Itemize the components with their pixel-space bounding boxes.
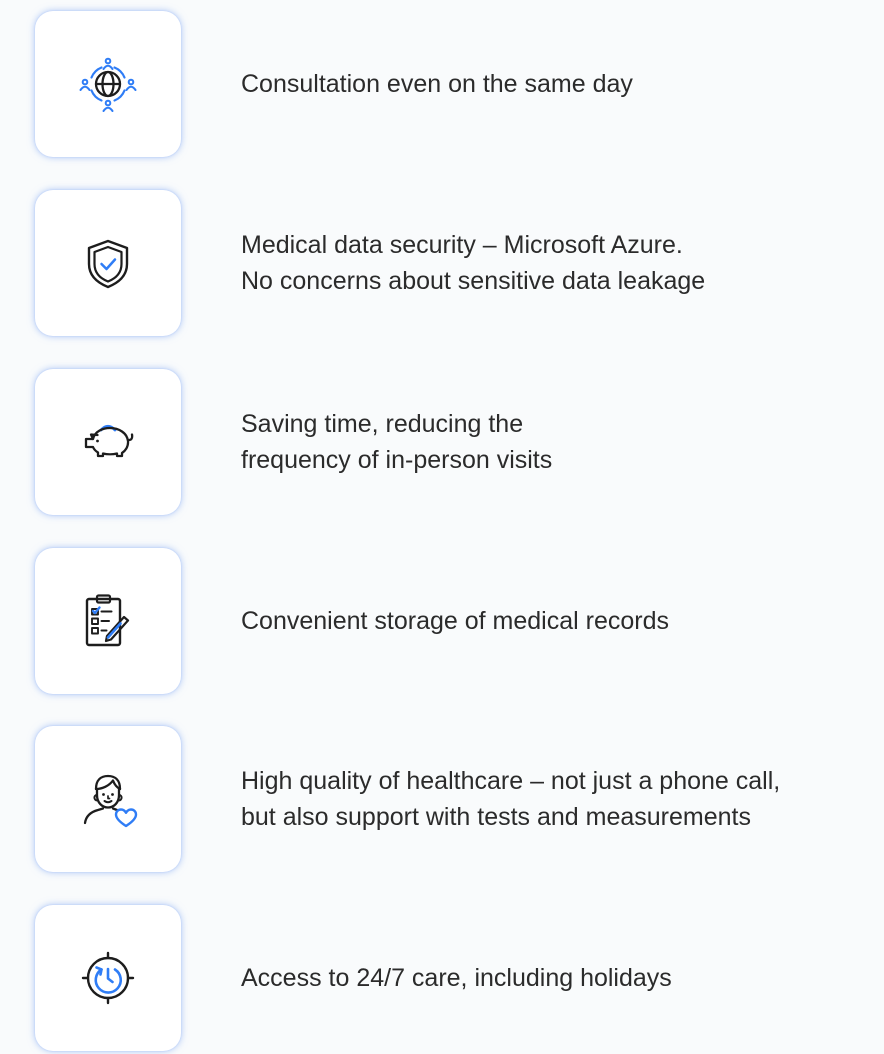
doctor-heart-icon	[83, 774, 138, 828]
icon-tile	[35, 726, 181, 872]
icon-tile	[35, 190, 181, 336]
feature-24-7-access: Access to 24/7 care, including holidays	[35, 905, 884, 1051]
feature-line: Saving time, reducing the	[241, 410, 524, 438]
feature-text: Consultation even on the same day	[241, 11, 633, 157]
feature-line: but also support with tests and measurem…	[241, 803, 751, 831]
features-list: Consultation even on the same day Medica…	[0, 0, 884, 1054]
feature-text: High quality of healthcare – not just a …	[241, 726, 780, 872]
feature-text: Medical data security – Microsoft Azure.…	[241, 190, 705, 336]
icon-tile	[35, 11, 181, 157]
feature-line: Access to 24/7 care, including holidays	[241, 964, 672, 992]
feature-saving-time: Saving time, reducing the frequency of i…	[35, 369, 884, 515]
feature-text: Access to 24/7 care, including holidays	[241, 905, 672, 1051]
icon-tile	[35, 369, 181, 515]
shield-check-icon	[87, 239, 129, 289]
feature-line: Consultation even on the same day	[241, 70, 633, 98]
clock-cycle-icon	[81, 951, 135, 1005]
feature-text: Saving time, reducing the frequency of i…	[241, 369, 552, 515]
piggy-bank-icon	[84, 424, 134, 458]
feature-line: Convenient storage of medical records	[241, 607, 670, 635]
feature-data-security: Medical data security – Microsoft Azure.…	[35, 190, 884, 336]
feature-line: High quality of healthcare – not just a …	[241, 767, 781, 795]
feature-line: frequency of in-person visits	[241, 446, 553, 474]
feature-healthcare-quality: High quality of healthcare – not just a …	[35, 726, 884, 872]
clipboard-records-icon	[85, 594, 130, 647]
feature-same-day-consultation: Consultation even on the same day	[35, 11, 884, 157]
globe-people-icon	[79, 57, 137, 112]
feature-text: Convenient storage of medical records	[241, 548, 669, 694]
feature-medical-records: Convenient storage of medical records	[35, 548, 884, 694]
feature-line: Medical data security – Microsoft Azure.	[241, 231, 683, 259]
feature-line: No concerns about sensitive data leakage	[241, 267, 706, 295]
icon-tile	[35, 905, 181, 1051]
icon-tile	[35, 548, 181, 694]
